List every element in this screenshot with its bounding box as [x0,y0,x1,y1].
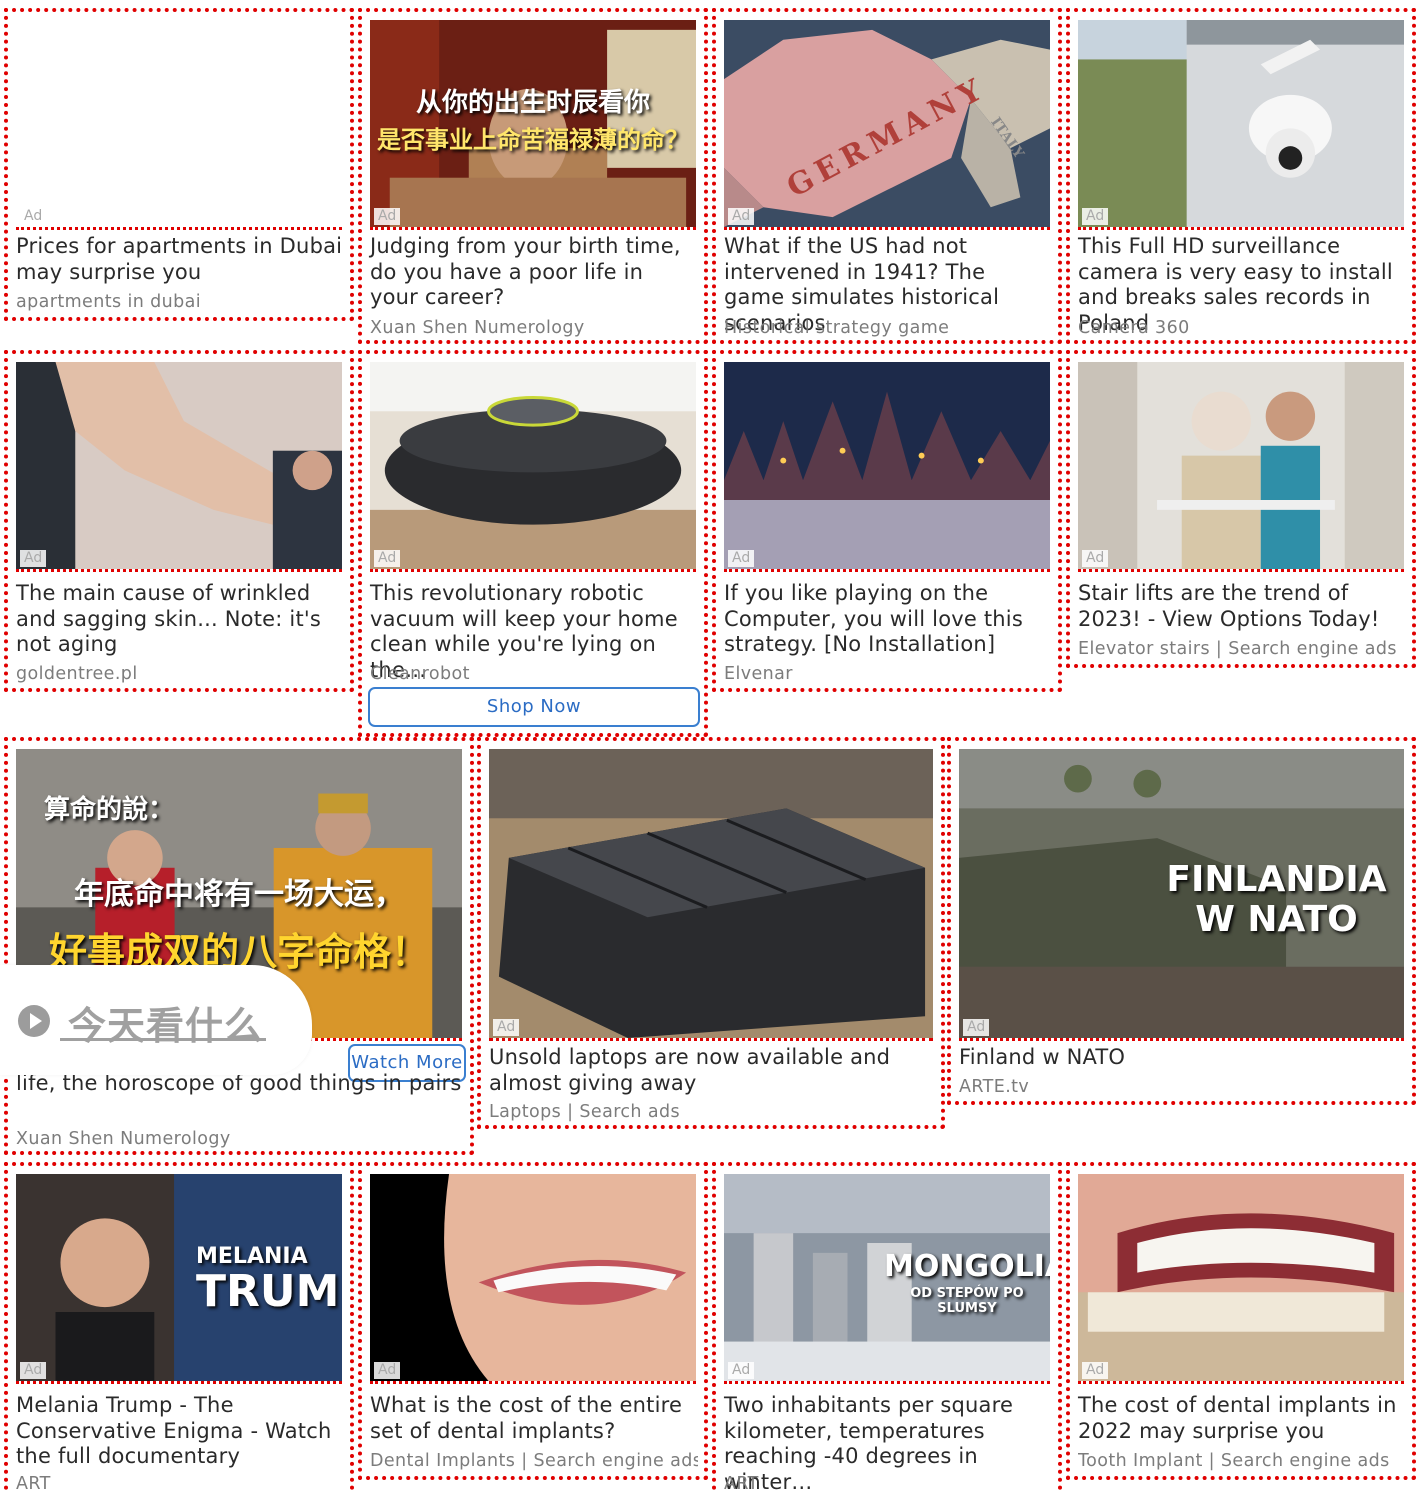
ad-image-caption: 是否事业上命苦福禄薄的命？ [377,126,689,154]
ad-image[interactable]: 从你的出生时辰看你 是否事业上命苦福禄薄的命？ Ad [370,20,696,230]
ad-title[interactable]: Finland w NATO [959,1045,1406,1071]
ad-title[interactable]: Stair lifts are the trend of 2023! - Vie… [1078,581,1406,632]
ad-source[interactable]: Cleanrobot [370,664,698,684]
ad-tag: Ad [20,208,47,225]
ad-source[interactable]: apartments in dubai [16,292,344,312]
ad-image-caption: 年底命中将有一场大运， [74,877,404,912]
ad-card-skin[interactable]: Ad The main cause of wrinkled and saggin… [4,350,354,692]
ad-source[interactable]: ARTE.tv [959,1077,1406,1097]
ad-card-elvenar[interactable]: Ad If you like playing on the Computer, … [712,350,1062,692]
ad-image[interactable]: Ad [1078,1174,1404,1384]
ad-title[interactable]: If you like playing on the Computer, you… [724,581,1052,658]
ad-image[interactable]: MONGOLIA OD STEPÓW PO SLUMSY Ad [724,1174,1050,1384]
ad-tag: Ad [728,208,755,225]
ad-card-strategy-game[interactable]: GERMANY ITALY Ad What if the US had not … [712,8,1062,344]
ad-card-dental-cost[interactable]: Ad The cost of dental implants in 2022 m… [1066,1162,1416,1480]
ad-image[interactable]: Ad [724,362,1050,572]
today-watch-popup[interactable]: 今天看什么 [0,965,312,1075]
ad-tag: Ad [963,1019,990,1036]
ad-title[interactable]: Melania Trump - The Conservative Enigma … [16,1393,344,1470]
ad-source[interactable]: Elvenar [724,664,1052,684]
ad-image-caption: 算命的說： [44,795,175,825]
ad-tag: Ad [374,208,401,225]
ad-image[interactable]: Ad [1078,20,1404,230]
ad-source[interactable]: Historical strategy game [724,318,1052,338]
ad-image[interactable]: Ad [1078,362,1404,572]
ad-image[interactable]: Ad [489,749,933,1041]
ad-card-camera[interactable]: Ad This Full HD surveillance camera is v… [1066,8,1416,344]
ad-image-caption: 从你的出生时辰看你 [415,88,650,118]
ad-card-dental-set[interactable]: Ad What is the cost of the entire set of… [358,1162,708,1480]
ad-image[interactable]: FINLANDIA W NATO Ad [959,749,1404,1041]
ad-card-melania[interactable]: MELANIA TRUMP Ad Melania Trump - The Con… [4,1162,354,1490]
ad-tag: Ad [1082,550,1109,567]
ad-card-mongolia[interactable]: MONGOLIA OD STEPÓW PO SLUMSY Ad Two inha… [712,1162,1062,1490]
ad-image-caption: OD STEPÓW PO SLUMSY [910,1286,1024,1316]
ad-title[interactable]: Judging from your birth time, do you hav… [370,234,698,311]
ad-image-caption: W NATO [1195,899,1358,940]
ad-source[interactable]: Laptops | Search ads [489,1102,935,1122]
ad-image-caption: MONGOLIA [884,1249,1050,1284]
ad-source[interactable]: Tooth Implant | Search engine ads [1078,1451,1406,1471]
ad-card-robot-vacuum[interactable]: Ad This revolutionary robotic vacuum wil… [358,350,708,737]
ad-tag: Ad [20,1362,47,1379]
ad-tag: Ad [374,1362,401,1379]
ad-card-dubai[interactable]: Ad Prices for apartments in Dubai may su… [4,8,354,321]
shop-now-button[interactable]: Shop Now [368,687,700,727]
play-circle-icon[interactable] [18,1005,50,1037]
ad-tag: Ad [1082,1362,1109,1379]
ad-title[interactable]: Prices for apartments in Dubai may surpr… [16,234,344,285]
ad-source[interactable]: Xuan Shen Numerology [16,1129,464,1149]
popup-label[interactable]: 今天看什么 [68,995,263,1050]
ad-source[interactable]: goldentree.pl [16,664,344,684]
ad-card-laptops[interactable]: Ad Unsold laptops are now available and … [477,737,945,1129]
ad-card-horoscope[interactable]: 算命的說： 年底命中将有一场大运， 好事成双的八字命格！ Watch More … [4,737,474,1155]
ad-image[interactable]: Ad [16,20,342,230]
ad-source[interactable]: ART [724,1474,1052,1490]
ad-image[interactable]: GERMANY ITALY Ad [724,20,1050,230]
ad-card-stair-lifts[interactable]: Ad Stair lifts are the trend of 2023! - … [1066,350,1416,668]
ad-image[interactable]: Ad [370,1174,696,1384]
ad-title[interactable]: The cost of dental implants in 2022 may … [1078,1393,1406,1444]
ad-tag: Ad [20,550,47,567]
ad-image-caption: FINLANDIA [1166,859,1387,900]
ad-card-numerology[interactable]: 从你的出生时辰看你 是否事业上命苦福禄薄的命？ Ad Judging from … [358,8,708,344]
ad-title[interactable]: The main cause of wrinkled and sagging s… [16,581,344,658]
ad-tag: Ad [728,1362,755,1379]
ad-tag: Ad [728,550,755,567]
ad-source[interactable]: Camera 360 [1078,318,1406,338]
ad-source[interactable]: Elevator stairs | Search engine ads [1078,639,1406,659]
ad-image-caption: TRUMP [196,1266,342,1317]
ad-image[interactable]: MELANIA TRUMP Ad [16,1174,342,1384]
ad-source[interactable]: ART [16,1474,344,1490]
ad-image[interactable]: Ad [16,362,342,572]
ad-tag: Ad [493,1019,520,1036]
ad-card-finland-nato[interactable]: FINLANDIA W NATO Ad Finland w NATO ARTE.… [947,737,1416,1105]
ad-title[interactable]: Unsold laptops are now available and alm… [489,1045,935,1096]
ad-tag: Ad [374,550,401,567]
ad-source[interactable]: Xuan Shen Numerology [370,318,698,338]
ad-tag: Ad [1082,208,1109,225]
ad-source[interactable]: Dental Implants | Search engine ads [370,1451,698,1471]
ad-image[interactable]: Ad [370,362,696,572]
popup-underline [60,1038,266,1041]
ad-title[interactable]: What is the cost of the entire set of de… [370,1393,698,1444]
